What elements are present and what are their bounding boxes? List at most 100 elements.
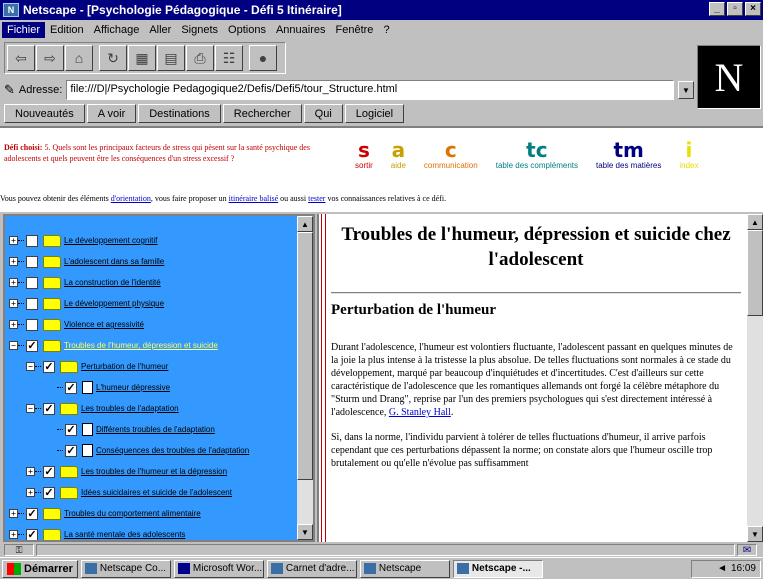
tree-checkbox[interactable]: ✓ bbox=[65, 381, 77, 394]
expand-toggle-icon[interactable]: − bbox=[26, 404, 35, 413]
menu-edition[interactable]: Edition bbox=[45, 22, 89, 38]
menu-help[interactable]: ? bbox=[378, 22, 394, 38]
expand-toggle-icon[interactable]: − bbox=[9, 341, 18, 350]
scroll-down-icon[interactable]: ▼ bbox=[297, 524, 313, 540]
expand-toggle-icon[interactable]: + bbox=[9, 257, 18, 266]
menu-aller[interactable]: Aller bbox=[144, 22, 176, 38]
expand-toggle-icon[interactable]: − bbox=[26, 362, 35, 371]
home-icon[interactable]: ⌂ bbox=[65, 45, 93, 71]
menu-annuaires[interactable]: Annuaires bbox=[271, 22, 331, 38]
tree-item-label[interactable]: L'adolescent dans sa famille bbox=[64, 257, 164, 266]
tree-scroll-thumb[interactable] bbox=[297, 232, 313, 480]
tree-item[interactable]: + Violence et agressivité bbox=[9, 314, 299, 335]
tester-link[interactable]: tester bbox=[308, 194, 325, 203]
tree-scrollbar[interactable]: ▲ ▼ bbox=[297, 216, 313, 540]
tree-item[interactable]: − ✓ Les troubles de l'adaptation bbox=[9, 398, 299, 419]
taskbar-button[interactable]: Netscape Co... bbox=[80, 559, 171, 578]
tree-item[interactable]: + Le développement physique bbox=[9, 293, 299, 314]
tree-item-label[interactable]: Troubles de l'humeur, dépression et suic… bbox=[64, 341, 218, 350]
tree-item-label[interactable]: Le développement physique bbox=[64, 299, 164, 308]
clock[interactable]: 16:09 bbox=[731, 563, 756, 574]
dir-a-voir-button[interactable]: A voir bbox=[86, 104, 137, 123]
tree-checkbox[interactable] bbox=[26, 276, 38, 289]
content-scroll-down-icon[interactable]: ▼ bbox=[747, 526, 763, 542]
tree-item-label[interactable]: Perturbation de l'humeur bbox=[81, 362, 168, 371]
tree-item-label[interactable]: Le développement cognitif bbox=[64, 236, 157, 245]
expand-toggle-icon[interactable]: + bbox=[9, 530, 18, 539]
tree-item[interactable]: ✓ Différents troubles de l'adaptation bbox=[9, 419, 299, 440]
menu-affichage[interactable]: Affichage bbox=[89, 22, 145, 38]
tree-item[interactable]: − ✓ Troubles de l'humeur, dépression et su… bbox=[9, 335, 299, 356]
tree-item[interactable]: + La construction de l'identité bbox=[9, 272, 299, 293]
reload-icon[interactable]: ↻ bbox=[99, 45, 127, 71]
expand-toggle-icon[interactable]: + bbox=[26, 488, 35, 497]
print-icon[interactable]: ⎙ bbox=[186, 45, 214, 71]
expand-toggle-icon[interactable]: + bbox=[9, 278, 18, 287]
tree-item-label[interactable]: La santé mentale des adolescents bbox=[64, 530, 185, 539]
netscape-logo[interactable]: N bbox=[697, 45, 761, 109]
tree-checkbox[interactable] bbox=[26, 318, 38, 331]
tree-checkbox[interactable] bbox=[26, 297, 38, 310]
maximize-button[interactable]: ▫ bbox=[727, 2, 743, 16]
volume-icon[interactable]: ◄ bbox=[717, 563, 727, 574]
tree-item-label[interactable]: Violence et agressivité bbox=[64, 320, 144, 329]
open-icon[interactable]: ▤ bbox=[157, 45, 185, 71]
stanley-hall-link[interactable]: G. Stanley Hall bbox=[389, 407, 451, 418]
dir-qui-button[interactable]: Qui bbox=[303, 104, 343, 123]
menu-fenetre[interactable]: Fenêtre bbox=[331, 22, 379, 38]
tree-item-label[interactable]: Les troubles de l'adaptation bbox=[81, 404, 179, 413]
tree-item-label[interactable]: Conséquences des troubles de l'adaptatio… bbox=[96, 446, 249, 455]
tree-checkbox[interactable]: ✓ bbox=[43, 465, 55, 478]
tree-checkbox[interactable]: ✓ bbox=[65, 444, 77, 457]
title-bar[interactable]: N Netscape - [Psychologie Pédagogique - … bbox=[0, 0, 763, 20]
tree-checkbox[interactable]: ✓ bbox=[26, 528, 38, 540]
tree-checkbox[interactable]: ✓ bbox=[43, 402, 55, 415]
tree-checkbox[interactable] bbox=[26, 255, 38, 268]
start-button[interactable]: Démarrer bbox=[2, 559, 78, 578]
taskbar-button[interactable]: Netscape bbox=[359, 559, 450, 578]
tree-item[interactable]: − ✓ Perturbation de l'humeur bbox=[9, 356, 299, 377]
dir-destinations-button[interactable]: Destinations bbox=[138, 104, 221, 123]
nav-table-des-compléments[interactable]: tc table des compléments bbox=[496, 140, 578, 172]
tree-checkbox[interactable]: ✓ bbox=[26, 507, 38, 520]
tree-checkbox[interactable]: ✓ bbox=[65, 423, 77, 436]
tree-item[interactable]: + ✓ Les troubles de l'humeur et la dépress… bbox=[9, 461, 299, 482]
tree-item-label[interactable]: La construction de l'identité bbox=[64, 278, 161, 287]
tree-item[interactable]: ✓ Conséquences des troubles de l'adaptati… bbox=[9, 440, 299, 461]
menu-signets[interactable]: Signets bbox=[176, 22, 223, 38]
dir-rechercher-button[interactable]: Rechercher bbox=[222, 104, 302, 123]
expand-toggle-icon[interactable]: + bbox=[9, 509, 18, 518]
tree-frame[interactable]: + Le développement cognitif + L'adolescent … bbox=[3, 214, 315, 542]
tree-item-label[interactable]: L'humeur dépressive bbox=[96, 383, 170, 392]
itineraire-link[interactable]: itinéraire balisé bbox=[229, 194, 279, 203]
dir-logiciel-button[interactable]: Logiciel bbox=[344, 104, 405, 123]
minimize-button[interactable]: _ bbox=[709, 2, 725, 16]
images-icon[interactable]: ▦ bbox=[128, 45, 156, 71]
tree-item-label[interactable]: Les troubles de l'humeur et la dépressio… bbox=[81, 467, 227, 476]
close-button[interactable]: × bbox=[745, 2, 761, 16]
tree-item[interactable]: + ✓ Troubles du comportement alimentaire bbox=[9, 503, 299, 524]
tree-item[interactable]: ✓ L'humeur dépressive bbox=[9, 377, 299, 398]
content-scrollbar[interactable]: ▲ ▼ bbox=[747, 214, 763, 542]
nav-communication[interactable]: c communication bbox=[424, 140, 478, 172]
forward-icon[interactable]: ⇨ bbox=[36, 45, 64, 71]
bookmark-icon[interactable]: ✎ bbox=[4, 82, 15, 98]
tree-checkbox[interactable]: ✓ bbox=[26, 339, 38, 352]
expand-toggle-icon[interactable]: + bbox=[9, 236, 18, 245]
tree-checkbox[interactable] bbox=[26, 234, 38, 247]
tree-checkbox[interactable]: ✓ bbox=[43, 486, 55, 499]
location-input[interactable]: file:///D|/Psychologie Pedagogique2/Defi… bbox=[66, 80, 674, 100]
tree-item-label[interactable]: Troubles du comportement alimentaire bbox=[64, 509, 201, 518]
menu-fichier[interactable]: Fichier bbox=[2, 21, 46, 38]
location-dropdown-icon[interactable]: ▼ bbox=[678, 81, 694, 99]
find-icon[interactable]: ☷ bbox=[215, 45, 243, 71]
dir-nouveautes-button[interactable]: Nouveautés bbox=[4, 104, 85, 123]
nav-aide[interactable]: a aide bbox=[391, 140, 406, 172]
expand-toggle-icon[interactable]: + bbox=[9, 299, 18, 308]
taskbar-button[interactable]: Microsoft Wor... bbox=[173, 559, 264, 578]
expand-toggle-icon[interactable]: + bbox=[26, 467, 35, 476]
tree-item[interactable]: + ✓ La santé mentale des adolescents bbox=[9, 524, 299, 540]
tree-item[interactable]: + L'adolescent dans sa famille bbox=[9, 251, 299, 272]
netscape-app-icon[interactable]: N bbox=[3, 3, 19, 17]
scroll-up-icon[interactable]: ▲ bbox=[297, 216, 313, 232]
